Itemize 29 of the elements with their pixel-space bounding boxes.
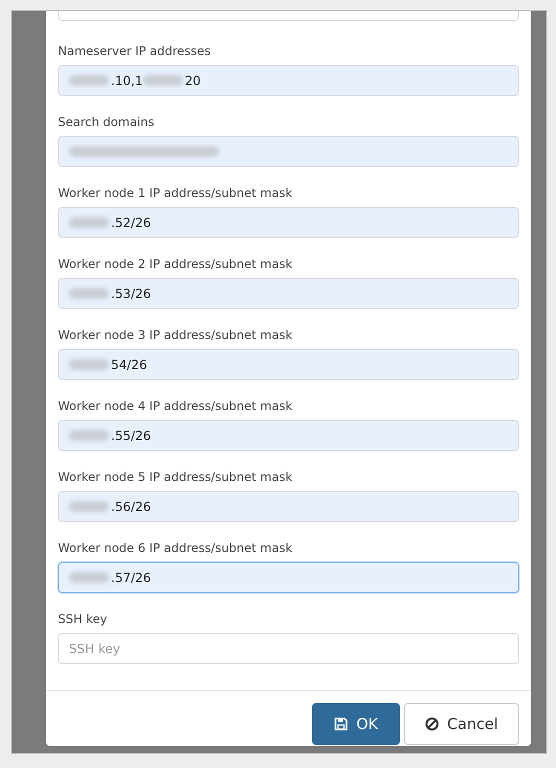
input-field[interactable]: .56/26	[58, 491, 519, 522]
redaction-blur	[69, 359, 109, 370]
input-field[interactable]: SSH key	[58, 633, 519, 664]
input-field[interactable]: .53/26	[58, 278, 519, 309]
redaction-blur	[69, 217, 109, 228]
redaction-blur	[69, 430, 109, 441]
field-label: Worker node 3 IP address/subnet mask	[58, 327, 294, 343]
cancel-button[interactable]: Cancel	[404, 703, 519, 745]
redaction-blur	[69, 501, 109, 512]
redaction-blur	[69, 288, 109, 299]
field-label: SSH key	[58, 611, 108, 627]
cancel-icon	[425, 717, 440, 731]
input-field[interactable]: .10,1 20	[58, 65, 519, 96]
ok-button[interactable]: OK	[312, 703, 400, 745]
field-label: Worker node 4 IP address/subnet mask	[58, 398, 294, 414]
redaction-blur	[69, 572, 109, 583]
field-label: Worker node 6 IP address/subnet mask	[58, 540, 294, 556]
input-field[interactable]: .57/26	[58, 562, 519, 593]
input-field[interactable]: .55/26	[58, 420, 519, 451]
redaction-blur	[69, 75, 109, 86]
field-label: Worker node 2 IP address/subnet mask	[58, 256, 294, 272]
input-field[interactable]: .52/26	[58, 207, 519, 238]
field-label: Nameserver IP addresses	[58, 43, 212, 59]
redaction-blur	[142, 75, 183, 86]
field-label: Worker node 1 IP address/subnet mask	[58, 185, 294, 201]
save-icon	[334, 717, 348, 731]
field-label: Worker node 5 IP address/subnet mask	[58, 469, 294, 485]
field-label: Search domains	[58, 114, 156, 130]
input-field[interactable]: 54/26	[58, 349, 519, 380]
